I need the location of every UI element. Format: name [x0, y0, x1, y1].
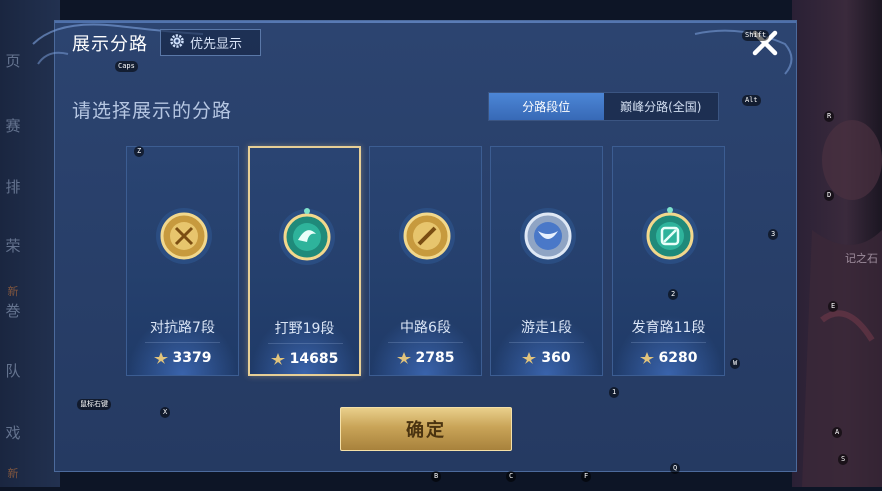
background-character-silhouette	[802, 120, 882, 487]
key-hint: A	[832, 427, 843, 438]
lane-card-roam[interactable]: 游走1段 360	[490, 146, 603, 376]
card-divider	[509, 342, 584, 343]
bg-menu-badge: 新	[7, 285, 19, 298]
tab-peak-lane[interactable]: 巅峰分路(全国)	[604, 93, 719, 120]
key-hint: B	[431, 471, 442, 482]
card-divider	[268, 343, 343, 344]
combat-power-icon	[270, 353, 285, 365]
card-divider	[145, 342, 220, 343]
key-hint: 2	[668, 289, 679, 300]
dialog-subtitle: 请选择展示的分路	[72, 100, 233, 122]
confirm-button[interactable]: 确定	[340, 407, 512, 451]
lane-score: 3379	[127, 350, 238, 366]
card-divider	[631, 342, 706, 343]
roam-medal-icon	[520, 208, 576, 264]
key-hint: E	[828, 301, 839, 312]
lane-score-value: 3379	[172, 350, 212, 366]
bg-menu-item: 巻	[5, 302, 21, 320]
lane-score: 2785	[370, 350, 481, 366]
bg-menu-item: 戏	[5, 424, 21, 442]
priority-display-label: 优先显示	[190, 37, 243, 52]
bg-menu-item: 赛	[5, 117, 21, 135]
bg-menu-badge: 新	[7, 467, 19, 480]
bg-menu-item: 页	[5, 52, 21, 70]
lane-label: 游走1段	[521, 320, 572, 336]
key-hint: S	[838, 454, 849, 465]
key-hint: R	[824, 111, 835, 122]
gear-icon	[169, 33, 185, 53]
jungle-medal-icon	[279, 208, 335, 265]
key-hint: Q	[670, 463, 681, 474]
card-divider	[388, 342, 463, 343]
lane-score: 6280	[613, 350, 724, 366]
bg-menu-item: 队	[5, 362, 21, 380]
key-hint: 1	[609, 387, 620, 398]
key-hint: Z	[134, 146, 145, 157]
background-right-scene	[792, 0, 882, 487]
bg-menu-item: 荣	[5, 237, 21, 255]
combat-power-icon	[396, 352, 411, 364]
dialog-title: 展示分路	[72, 34, 148, 55]
key-hint: 3	[768, 229, 779, 240]
lane-score-value: 6280	[658, 350, 698, 366]
key-hint: W	[730, 358, 741, 369]
lane-score: 14685	[250, 351, 359, 367]
lane-card-jungle[interactable]: 打野19段 14685	[248, 146, 361, 376]
lane-card-mid[interactable]: 中路6段 2785	[369, 146, 482, 376]
mid-lane-medal-icon	[399, 208, 455, 264]
combat-power-icon	[522, 352, 537, 364]
lane-card-farm[interactable]: 发育路11段 6280	[612, 146, 725, 376]
key-hint: D	[824, 190, 835, 201]
combat-power-icon	[639, 352, 654, 364]
lane-label: 对抗路7段	[150, 320, 215, 336]
farm-lane-medal-icon	[642, 207, 698, 264]
key-hint: Caps	[115, 61, 138, 72]
key-hint: X	[160, 407, 171, 418]
lane-score-value: 14685	[289, 351, 339, 367]
key-hint: F	[581, 471, 592, 482]
lane-score-value: 2785	[415, 350, 455, 366]
background-label: 记之石	[845, 252, 878, 265]
lane-card-clash[interactable]: 对抗路7段 3379	[126, 146, 239, 376]
lane-score: 360	[491, 350, 602, 366]
key-hint: 鼠标右键	[77, 399, 111, 410]
tab-lane-rank[interactable]: 分路段位	[489, 93, 604, 120]
combat-power-icon	[153, 352, 168, 364]
tab-bar: 分路段位 巅峰分路(全国)	[488, 92, 719, 121]
lane-label: 中路6段	[400, 320, 451, 336]
lane-score-value: 360	[541, 350, 571, 366]
priority-display-button[interactable]: 优先显示	[160, 29, 261, 56]
key-hint: Shift	[742, 30, 770, 41]
clash-lane-medal-icon	[156, 208, 212, 264]
lane-label: 发育路11段	[631, 320, 706, 336]
lane-label: 打野19段	[274, 321, 335, 337]
key-hint: C	[506, 471, 517, 482]
bg-menu-item: 排	[5, 178, 21, 196]
key-hint: Alt	[742, 95, 761, 106]
